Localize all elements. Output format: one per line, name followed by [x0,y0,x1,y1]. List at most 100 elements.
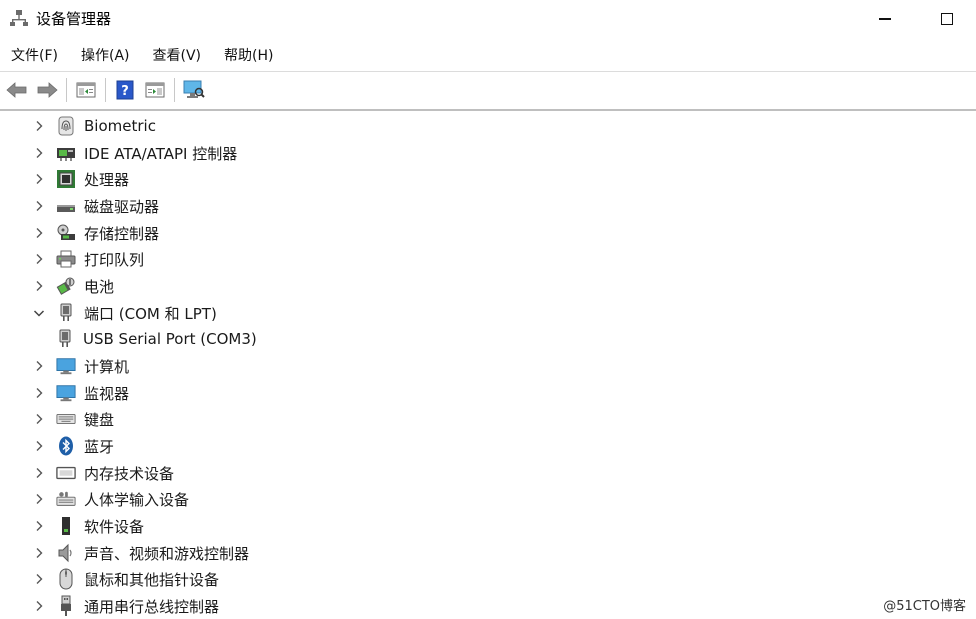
tree-node-monitor[interactable]: 监视器 [0,380,129,406]
tree-node-memory-device[interactable]: 内存技术设备 [0,460,174,486]
memory-device-icon [56,463,76,483]
tree-node-biometric[interactable]: Biometric [0,113,156,139]
toolbar-separator [66,78,67,102]
tree-top-border [0,109,976,111]
menu-view[interactable]: 查看(V) [146,41,209,69]
toolbar-separator [174,78,175,102]
mouse-icon [56,568,76,590]
usb-icon [56,595,76,616]
tree-node-label: USB Serial Port (COM3) [83,330,257,348]
tree-node-usb-controller[interactable]: 通用串行总线控制器 [0,593,219,619]
chevron-right-icon[interactable] [32,359,46,373]
title-bar: 设备管理器 [0,0,976,38]
speaker-icon [56,543,76,563]
properties-icon [76,82,96,98]
tree-node-label: Biometric [84,117,156,135]
forward-button[interactable] [34,77,60,103]
tree-node-label: 电池 [84,277,115,296]
device-tree: Biometric IDE ATA/ATAPI 控制器 处理器 磁盘驱动器 存储… [0,112,976,619]
chevron-right-icon[interactable] [32,466,46,480]
port-icon [56,303,76,323]
tree-node-disk-drive[interactable]: 磁盘驱动器 [0,193,159,219]
watermark: @51CTO博客 [883,599,966,614]
chevron-down-icon[interactable] [32,306,46,320]
chevron-right-icon[interactable] [32,199,46,213]
tree-node-label: 处理器 [84,170,130,189]
chevron-right-icon[interactable] [32,439,46,453]
scan-hardware-icon [183,80,205,98]
tree-node-label: 磁盘驱动器 [84,197,160,216]
help-button[interactable]: ? [112,77,138,103]
chevron-right-icon[interactable] [32,412,46,426]
toolbar: ? [0,71,976,108]
tree-node-label: 键盘 [84,410,115,429]
back-arrow-icon [6,82,27,98]
tree-node-storage-controller[interactable]: 存储控制器 [0,220,159,246]
tree-node-label: 存储控制器 [84,224,160,243]
monitor-icon [56,383,76,403]
chevron-right-icon[interactable] [32,119,46,133]
chevron-right-icon[interactable] [32,146,46,160]
console-tree-button[interactable] [142,77,168,103]
maximize-button[interactable] [924,4,970,34]
menu-help[interactable]: 帮助(H) [217,41,280,69]
tree-node-label: 通用串行总线控制器 [84,597,220,616]
tree-node-hid[interactable]: 人体学输入设备 [0,486,189,512]
tree-node-usb-serial-port[interactable]: USB Serial Port (COM3) [0,326,257,352]
battery-icon [56,276,76,296]
fingerprint-icon [56,116,76,136]
tree-node-ports[interactable]: 端口 (COM 和 LPT) [0,300,217,326]
svg-text:?: ? [121,84,129,99]
tree-node-label: IDE ATA/ATAPI 控制器 [84,144,238,163]
chevron-right-icon[interactable] [32,492,46,506]
bluetooth-icon [56,436,76,456]
tree-node-label: 蓝牙 [84,437,115,456]
properties-button[interactable] [73,77,99,103]
storage-controller-icon [56,223,76,243]
disk-drive-icon [56,196,76,216]
menu-file[interactable]: 文件(F) [4,41,65,69]
chevron-right-icon[interactable] [32,546,46,560]
tree-node-software-device[interactable]: 软件设备 [0,513,144,539]
chevron-right-icon[interactable] [32,599,46,613]
chevron-right-icon[interactable] [32,519,46,533]
menu-action[interactable]: 操作(A) [74,41,137,69]
chevron-right-icon[interactable] [32,572,46,586]
chevron-right-icon[interactable] [32,226,46,240]
toolbar-separator [105,78,106,102]
tree-node-label: 鼠标和其他指针设备 [84,570,220,589]
tree-node-label: 监视器 [84,384,130,403]
window-title: 设备管理器 [36,10,112,28]
tree-node-battery[interactable]: 电池 [0,273,114,299]
menu-bar: 文件(F) 操作(A) 查看(V) 帮助(H) [0,40,976,70]
back-button[interactable] [4,77,30,103]
scan-hardware-button[interactable] [181,77,207,103]
tree-node-label: 声音、视频和游戏控制器 [84,544,250,563]
tree-node-label: 打印队列 [84,250,145,269]
tree-node-print-queue[interactable]: 打印队列 [0,246,144,272]
minimize-button[interactable] [862,4,908,34]
tree-node-processor[interactable]: 处理器 [0,166,129,192]
computer-icon [56,356,76,376]
tree-node-keyboard[interactable]: 键盘 [0,406,114,432]
show-hide-console-tree-icon [145,82,165,98]
tree-node-ide-controller[interactable]: IDE ATA/ATAPI 控制器 [0,140,237,166]
tree-node-computer[interactable]: 计算机 [0,353,129,379]
device-manager-icon [10,9,28,27]
chevron-right-icon[interactable] [32,172,46,186]
minimize-icon [879,18,891,20]
hid-icon [56,489,76,509]
ide-controller-icon [56,143,76,163]
tree-node-label: 计算机 [84,357,130,376]
tree-node-label: 人体学输入设备 [84,490,190,509]
tree-node-label: 端口 (COM 和 LPT) [84,304,217,323]
chevron-right-icon[interactable] [32,252,46,266]
chevron-right-icon[interactable] [32,386,46,400]
tree-node-sound-video-game[interactable]: 声音、视频和游戏控制器 [0,540,249,566]
tree-node-mouse[interactable]: 鼠标和其他指针设备 [0,566,219,592]
tree-node-label: 内存技术设备 [84,464,175,483]
tree-node-bluetooth[interactable]: 蓝牙 [0,433,114,459]
help-icon: ? [116,80,134,100]
chevron-right-icon[interactable] [32,279,46,293]
maximize-icon [941,13,953,25]
